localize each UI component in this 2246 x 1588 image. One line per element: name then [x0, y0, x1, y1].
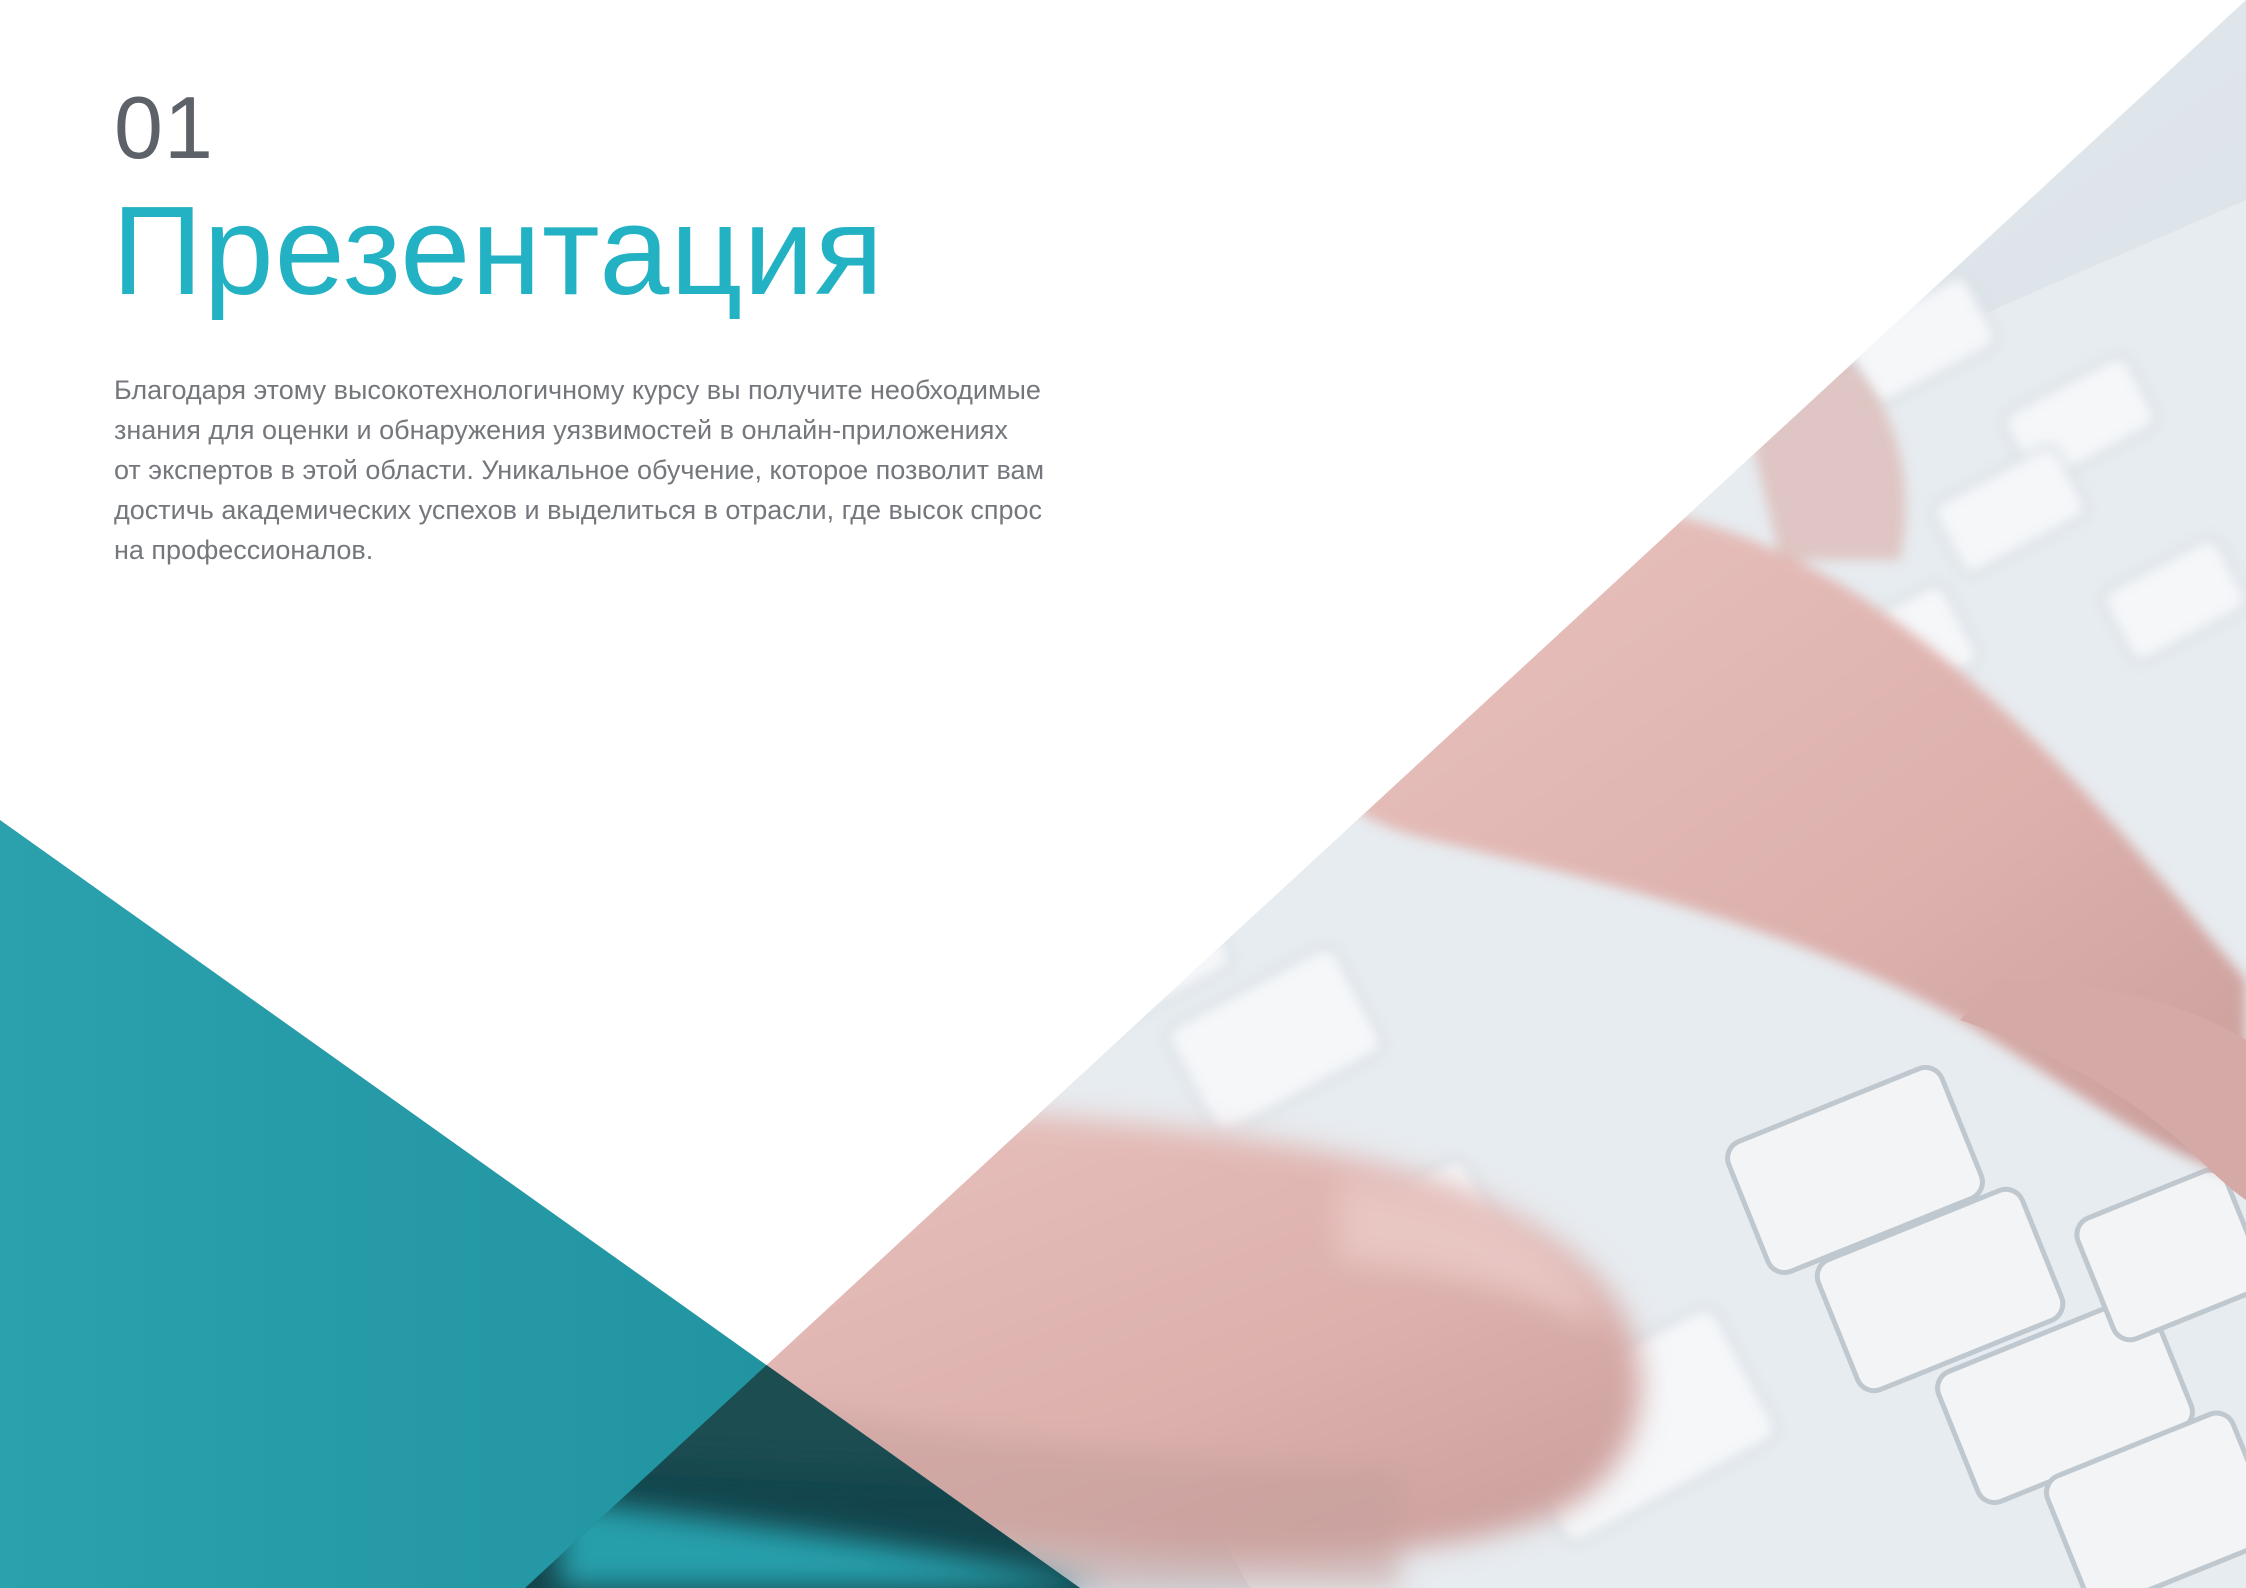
intro-paragraph: Благодаря этому высокотехнологичному кур…	[114, 370, 1074, 570]
intro-line: Благодаря этому высокотехнологичному кур…	[114, 375, 1041, 405]
presentation-page: 01 Презентация Благодаря этому высокотех…	[0, 0, 2246, 1588]
section-number: 01	[114, 78, 214, 177]
intro-line: от экспертов в этой области. Уникальное …	[114, 455, 1045, 485]
intro-line: знания для оценки и обнаружения уязвимос…	[114, 415, 1008, 445]
page-title: Презентация	[112, 180, 885, 321]
intro-line: достичь академических успехов и выделить…	[114, 495, 1043, 525]
intro-line: на профессионалов.	[114, 535, 374, 565]
